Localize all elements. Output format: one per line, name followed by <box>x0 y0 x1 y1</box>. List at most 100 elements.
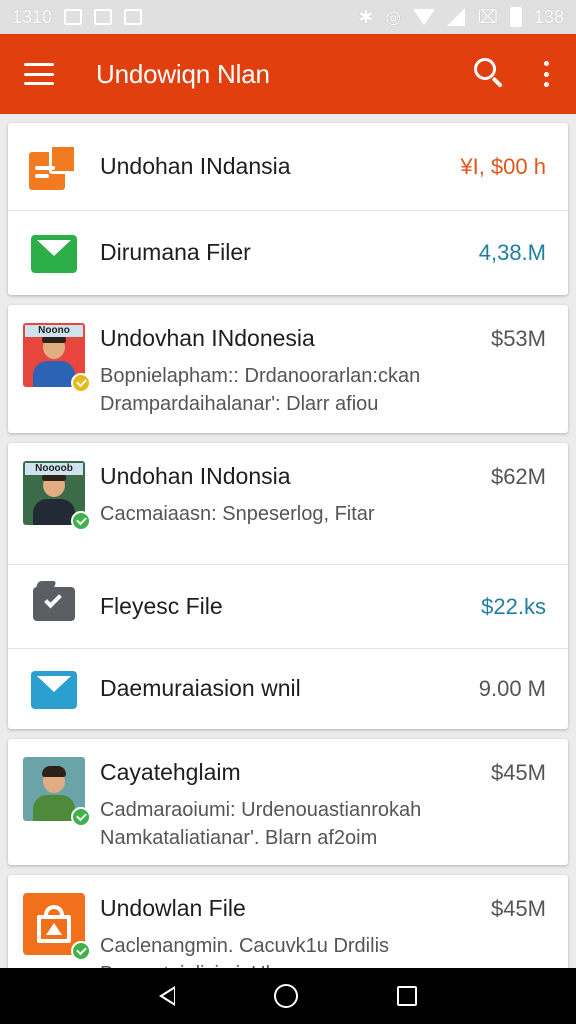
item-header: Undohan INdansia ¥I, $00 h <box>100 153 546 180</box>
list-item[interactable]: Dirumana Filer 4,38.M <box>8 211 568 295</box>
list-item[interactable]: Daemuraiasion wnil 9.00 M <box>8 649 568 729</box>
item-value: $45M <box>490 896 546 921</box>
item-thumbnail <box>8 649 100 729</box>
item-header: Daemuraiasion wnil 9.00 M <box>100 675 546 702</box>
item-title: Undovhan INdonesia <box>100 325 315 351</box>
more-vert-icon[interactable] <box>540 61 552 87</box>
list-item[interactable]: Undohan INdansia ¥I, $00 h <box>8 123 568 211</box>
item-body: Undovhan INdonesia $53MBopnielapham:: Drd… <box>100 305 568 433</box>
search-icon[interactable] <box>472 56 508 92</box>
verified-badge-icon <box>71 511 91 531</box>
list-card: Noono Undovhan INdonesia $53M Bopnielapham:… <box>8 305 568 433</box>
item-subtitle-line: Caclenangmin. Cacuvk1u Drdilis <box>100 935 390 957</box>
item-subtitle-line: Drampardaihalanar': Dlarr afiou <box>100 393 379 415</box>
app-bar: Undowiqn Nlan <box>0 34 576 114</box>
item-title: Undowlan File <box>100 895 246 921</box>
item-header: Undohan INdonsia $62M <box>100 463 546 490</box>
item-header: Undovhan INdonesia $53M <box>100 325 546 352</box>
item-body: Fleyesc File $22.ks <box>100 565 568 648</box>
list-content[interactable]: Undohan INdansia ¥I, $00 h Dirumana Filer 4… <box>0 114 576 968</box>
notification-icon <box>64 9 83 25</box>
item-body: Undohan INdonsia $62M Cacmaiaasn: Snpeserl… <box>100 443 568 564</box>
status-clock: 138 <box>533 6 564 27</box>
item-thumbnail: Noooob <box>8 443 100 564</box>
item-title: Dirumana Filer <box>100 239 251 265</box>
item-header: Cayatehglaim $45M <box>100 759 546 786</box>
list-item[interactable]: Cayatehglaim $45M Cadmaraoiumi: Urdenouast… <box>8 739 568 865</box>
item-body: Dirumana Filer 4,38.M <box>100 211 568 295</box>
item-subtitle: Bopnielapham:: Drdanoorarlan:ckanDrampar… <box>100 362 546 418</box>
item-title: Undohan INdonsia <box>100 463 291 489</box>
status-bar: 1310 ✱ ◎ ⌧ 138 <box>0 0 576 34</box>
item-subtitle-line: Cacmaiaasn: Snpeserlog, Fitar <box>100 503 375 525</box>
item-thumbnail <box>8 875 100 968</box>
mail-icon <box>31 671 77 709</box>
avatar-label: Noono <box>25 325 83 337</box>
item-value: $45M <box>490 760 546 785</box>
item-body: Cayatehglaim $45M Cadmaraoiumi: Urdenouast… <box>100 739 568 865</box>
item-body: Daemuraiasion wnil 9.00 M <box>100 649 568 729</box>
recents-icon[interactable] <box>396 986 417 1006</box>
avatar-label: Noooob <box>25 463 83 475</box>
item-value: 4,38.M <box>478 240 546 265</box>
item-title: Cayatehglaim <box>100 759 241 785</box>
image-icon <box>124 9 143 25</box>
avatar: Noono <box>23 323 91 393</box>
item-value: $62M <box>490 464 546 489</box>
document-icon <box>29 144 79 190</box>
signal-icon <box>447 8 466 26</box>
battery-icon <box>509 7 522 27</box>
shopping-bag-icon <box>23 893 91 961</box>
verified-badge-icon <box>71 941 91 961</box>
item-thumbnail <box>8 739 100 865</box>
item-body: Undohan INdansia ¥I, $00 h <box>100 123 568 210</box>
avatar <box>23 757 91 827</box>
item-thumbnail <box>8 123 100 210</box>
item-body: Undowlan File $45M Caclenangmin. Cacuvk1u … <box>100 875 568 968</box>
app-title: Undowiqn Nlan <box>96 58 270 89</box>
back-icon[interactable] <box>159 986 176 1006</box>
mail-icon <box>31 235 77 273</box>
item-value: $53M <box>490 326 546 351</box>
item-value: $22.ks <box>481 594 546 619</box>
list-item[interactable]: Noooob Undohan INdonsia $62M Cacmaiaasn: Sn… <box>8 443 568 565</box>
item-header: Dirumana Filer 4,38.M <box>100 239 546 266</box>
item-subtitle-line: Bamnatuialisimi: Ular <box>100 960 546 968</box>
list-card: Undohan INdansia ¥I, $00 h Dirumana Filer 4… <box>8 123 568 295</box>
item-thumbnail: Noono <box>8 305 100 433</box>
avatar: Noooob <box>23 461 91 531</box>
item-subtitle-line: Cadmaraoiumi: Urdenouastianrokah <box>100 799 422 821</box>
item-subtitle: Caclenangmin. Cacuvk1u Drdilis Bamnatuial… <box>100 932 546 968</box>
status-time: 1310 <box>12 6 53 27</box>
cast-icon: ⌧ <box>477 6 498 27</box>
verified-badge-icon <box>71 373 91 393</box>
item-title: Fleyesc File <box>100 593 223 619</box>
list-item[interactable]: Fleyesc File $22.ks <box>8 565 568 649</box>
item-header: Fleyesc File $22.ks <box>100 593 546 620</box>
home-icon[interactable] <box>273 984 298 1008</box>
list-item[interactable]: Noono Undovhan INdonesia $53M Bopnielapham:… <box>8 305 568 433</box>
verified-badge-icon <box>71 807 91 827</box>
item-subtitle-line: Bopnielapham:: Drdanoorarlan:ckan <box>100 365 421 387</box>
gallery-icon <box>94 9 113 25</box>
item-subtitle: Cadmaraoiumi: Urdenouastianrokah Namkatal… <box>100 796 546 852</box>
item-thumbnail <box>8 565 100 648</box>
item-title: Undohan INdansia <box>100 153 291 179</box>
item-header: Undowlan File $45M <box>100 895 546 922</box>
item-subtitle-line: Namkataliatianar'. Blarn af2oim <box>100 827 378 849</box>
alarm-icon: ◎ <box>385 6 402 27</box>
item-thumbnail <box>8 211 100 295</box>
list-card: Cayatehglaim $45M Cadmaraoiumi: Urdenouast… <box>8 739 568 865</box>
list-card: Noooob Undohan INdonsia $62M Cacmaiaasn: Sn… <box>8 443 568 729</box>
folder-check-icon <box>33 581 75 621</box>
hamburger-icon[interactable] <box>24 63 54 85</box>
list-item[interactable]: Undowlan File $45M Caclenangmin. Cacuvk1u … <box>8 875 568 968</box>
bluetooth-icon: ✱ <box>358 6 374 27</box>
item-value: 9.00 M <box>478 676 546 701</box>
list-card: Undowlan File $45M Caclenangmin. Cacuvk1u … <box>8 875 568 968</box>
navigation-bar <box>0 968 576 1024</box>
wifi-icon <box>413 9 436 25</box>
item-subtitle: Cacmaiaasn: Snpeserlog, Fitar <box>100 500 546 528</box>
item-value: ¥I, $00 h <box>460 154 546 179</box>
item-title: Daemuraiasion wnil <box>100 675 301 701</box>
